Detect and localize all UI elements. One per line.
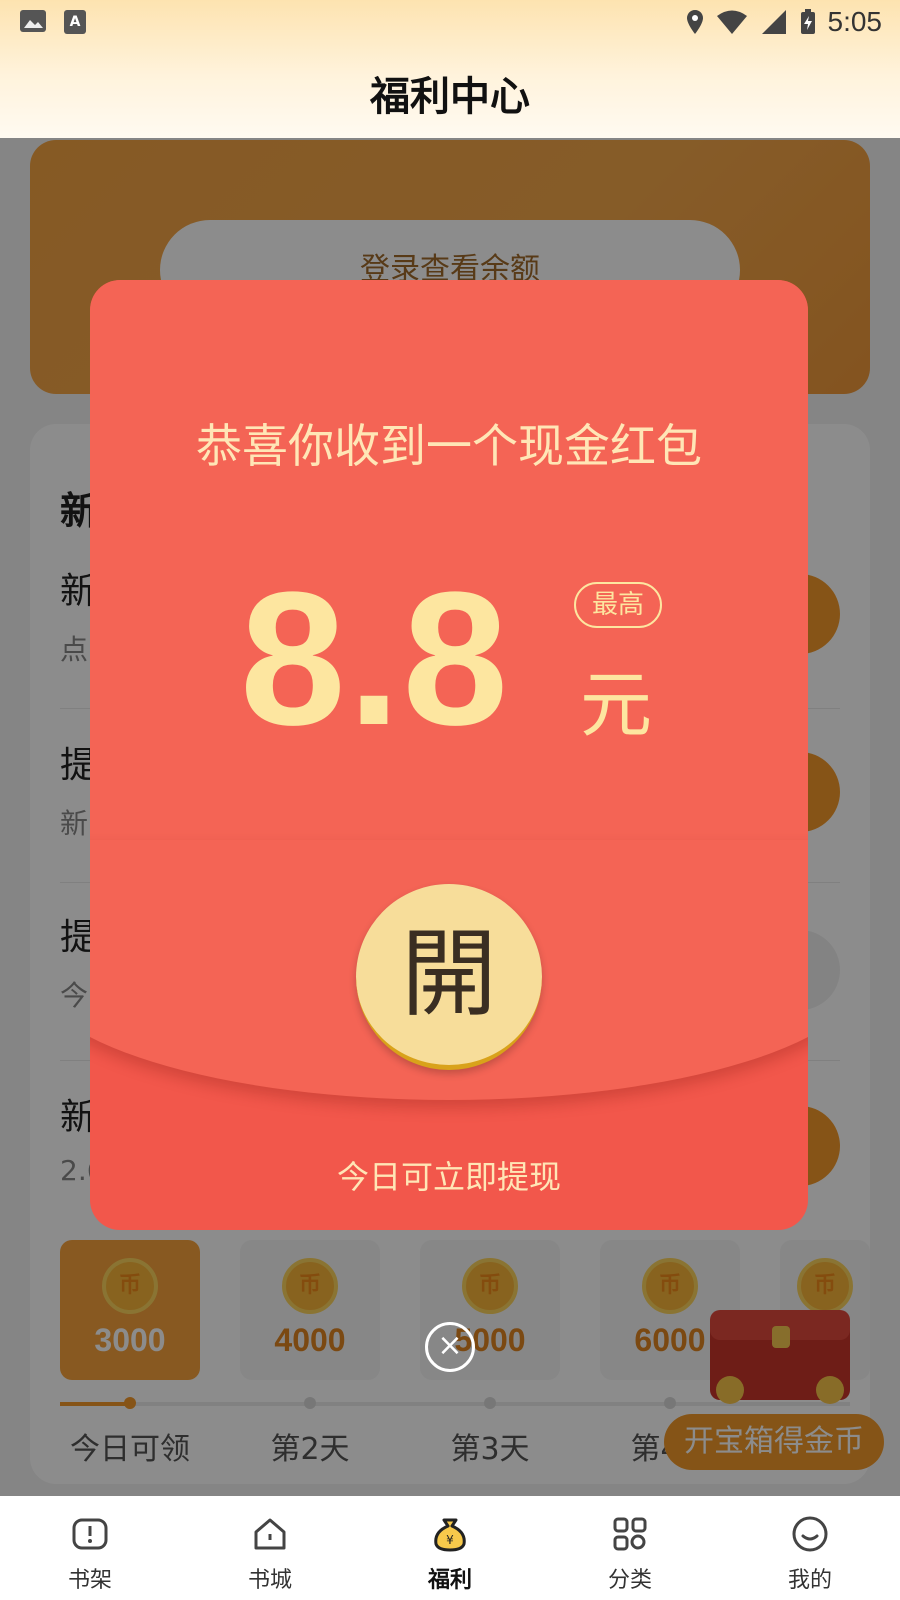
bookshelf-icon <box>72 1518 108 1550</box>
envelope-footer: 今日可立即提现 <box>336 1158 561 1196</box>
category-icon <box>613 1517 647 1551</box>
cellular-signal-icon <box>761 10 786 34</box>
page-title: 福利中心 <box>370 74 530 120</box>
font-notification-icon: A <box>64 10 86 34</box>
nav-item-welfare[interactable]: ¥ 福利 <box>360 1496 540 1600</box>
nav-label: 书架 <box>67 1568 112 1593</box>
location-icon <box>686 10 703 34</box>
close-modal-button[interactable]: × <box>425 1322 475 1372</box>
bookstore-icon <box>254 1518 286 1550</box>
status-bar: A 5:05 <box>0 0 900 46</box>
svg-text:¥: ¥ <box>446 1533 454 1547</box>
nav-item-category[interactable]: 分类 <box>540 1496 720 1600</box>
nav-item-bookstore[interactable]: 书城 <box>180 1496 360 1600</box>
red-envelope-modal: 恭喜你收到一个现金红包 8.8 最高 元 開 今日可立即提现 <box>90 280 808 1230</box>
nav-label: 分类 <box>607 1568 652 1593</box>
nav-label: 福利 <box>427 1568 472 1593</box>
battery-charging-icon <box>800 9 815 34</box>
currency-unit: 元 <box>580 663 653 747</box>
nav-item-bookshelf[interactable]: 书架 <box>0 1496 180 1600</box>
profile-icon <box>792 1516 828 1552</box>
nav-label: 我的 <box>787 1568 832 1593</box>
nav-item-profile[interactable]: 我的 <box>720 1496 900 1600</box>
open-envelope-button[interactable]: 開 <box>356 884 542 1070</box>
nav-label: 书城 <box>247 1568 292 1593</box>
clock: 5:05 <box>827 6 883 37</box>
header: A 5:05 福利中心 <box>0 0 900 138</box>
gallery-notification-icon <box>20 10 46 32</box>
envelope-amount: 8.8 <box>240 553 511 765</box>
money-bag-icon: ¥ <box>434 1518 466 1552</box>
bottom-nav: 书架 书城 ¥ 福利 分类 我的 <box>0 1496 900 1600</box>
wifi-icon <box>716 10 747 34</box>
envelope-headline: 恭喜你收到一个现金红包 <box>196 419 702 473</box>
max-badge: 最高 <box>574 582 662 628</box>
